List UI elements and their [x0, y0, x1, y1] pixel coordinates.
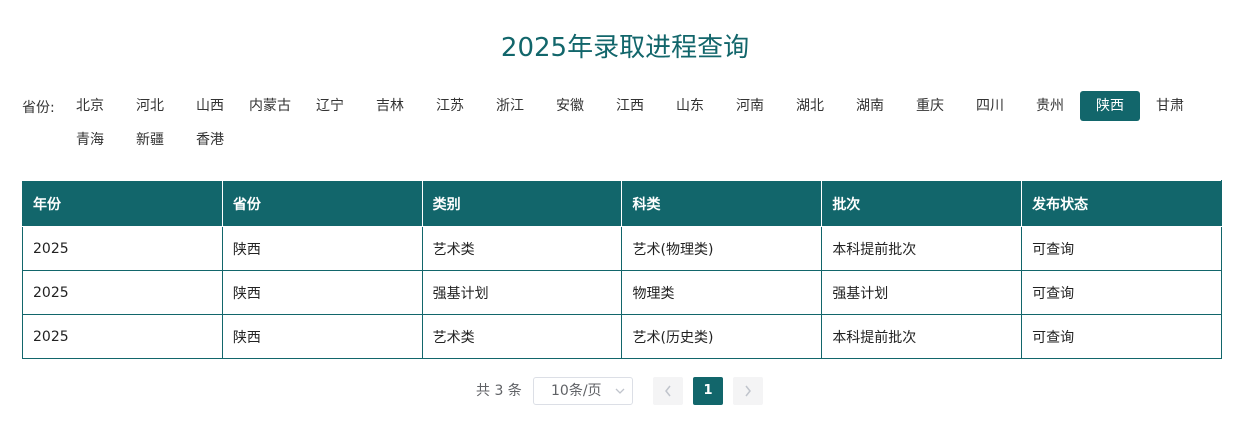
cell-subject: 艺术(物理类)	[621, 226, 823, 271]
cell-status: 可查询	[1021, 314, 1222, 359]
cell-category: 艺术类	[421, 314, 623, 359]
page-size-select[interactable]: 10条/页	[533, 377, 633, 405]
chevron-right-icon	[743, 385, 753, 409]
province-item[interactable]: 江西	[600, 91, 660, 121]
province-item[interactable]: 河南	[720, 91, 780, 121]
prev-page-button[interactable]	[653, 377, 683, 405]
header-subject: 科类	[621, 180, 823, 227]
province-item[interactable]: 江苏	[420, 91, 480, 121]
province-item[interactable]: 青海	[60, 125, 120, 155]
province-item[interactable]: 山东	[660, 91, 720, 121]
province-label: 省份:	[22, 100, 55, 116]
cell-province: 陕西	[221, 226, 423, 271]
province-item[interactable]: 湖南	[840, 91, 900, 121]
cell-year: 2025	[22, 226, 223, 271]
province-item[interactable]: 内蒙古	[240, 91, 300, 121]
cell-batch: 本科提前批次	[821, 314, 1023, 359]
province-row: 青海 新疆 香港	[60, 125, 1250, 159]
header-status: 发布状态	[1021, 180, 1222, 227]
province-selector: 北京 河北 山西 内蒙古 辽宁 吉林 江苏 浙江 安徽 江西 山东 河南 湖北 湖南 重庆 四川 贵州 陕西 甘肃 …	[60, 91, 1250, 159]
province-item[interactable]: 山西	[180, 91, 240, 121]
header-province: 省份	[221, 180, 423, 227]
cell-category: 强基计划	[421, 270, 623, 315]
total-count: 共 3 条	[476, 383, 522, 399]
province-item[interactable]: 四川	[960, 91, 1020, 121]
province-item[interactable]: 甘肃	[1140, 91, 1200, 121]
province-item[interactable]: 湖北	[780, 91, 840, 121]
next-page-button[interactable]	[733, 377, 763, 405]
province-item[interactable]: 新疆	[120, 125, 180, 155]
cell-year: 2025	[22, 314, 223, 359]
cell-subject: 物理类	[621, 270, 823, 315]
cell-year: 2025	[22, 270, 223, 315]
pagination: 共 3 条 10条/页 1	[0, 377, 1250, 405]
province-item[interactable]: 河北	[120, 91, 180, 121]
cell-status: 可查询	[1021, 226, 1222, 271]
cell-subject: 艺术(历史类)	[621, 314, 823, 359]
header-batch: 批次	[821, 180, 1023, 227]
province-item[interactable]: 吉林	[360, 91, 420, 121]
cell-status: 可查询	[1021, 270, 1222, 315]
chevron-down-icon	[614, 378, 626, 413]
province-item[interactable]: 浙江	[480, 91, 540, 121]
admission-table: 年份 省份 类别 科类 批次 发布状态 2025 陕西 艺术类 艺术(物理类) …	[22, 180, 1222, 359]
cell-category: 艺术类	[421, 226, 623, 271]
province-item[interactable]: 辽宁	[300, 91, 360, 121]
cell-province: 陕西	[221, 314, 423, 359]
province-item[interactable]: 安徽	[540, 91, 600, 121]
province-row: 北京 河北 山西 内蒙古 辽宁 吉林 江苏 浙江 安徽 江西 山东 河南 湖北 湖南 重庆 四川 贵州 陕西 甘肃	[60, 91, 1250, 125]
table-header-row: 年份 省份 类别 科类 批次 发布状态	[22, 180, 1222, 227]
province-item[interactable]: 香港	[180, 125, 240, 155]
page-title: 2025年录取进程查询	[500, 33, 750, 63]
header-category: 类别	[421, 180, 623, 227]
province-item[interactable]: 陕西	[1080, 91, 1140, 121]
cell-province: 陕西	[221, 270, 423, 315]
page-size-value: 10条/页	[551, 383, 602, 399]
province-item[interactable]: 贵州	[1020, 91, 1080, 121]
province-item[interactable]: 北京	[60, 91, 120, 121]
province-item[interactable]: 重庆	[900, 91, 960, 121]
cell-batch: 本科提前批次	[821, 226, 1023, 271]
table-row: 2025 陕西 艺术类 艺术(历史类) 本科提前批次 可查询	[22, 314, 1222, 359]
table-row: 2025 陕西 艺术类 艺术(物理类) 本科提前批次 可查询	[22, 226, 1222, 271]
chevron-left-icon	[663, 385, 673, 409]
cell-batch: 强基计划	[821, 270, 1023, 315]
table-row: 2025 陕西 强基计划 物理类 强基计划 可查询	[22, 270, 1222, 315]
page-number-current[interactable]: 1	[693, 377, 723, 405]
header-year: 年份	[22, 180, 223, 227]
